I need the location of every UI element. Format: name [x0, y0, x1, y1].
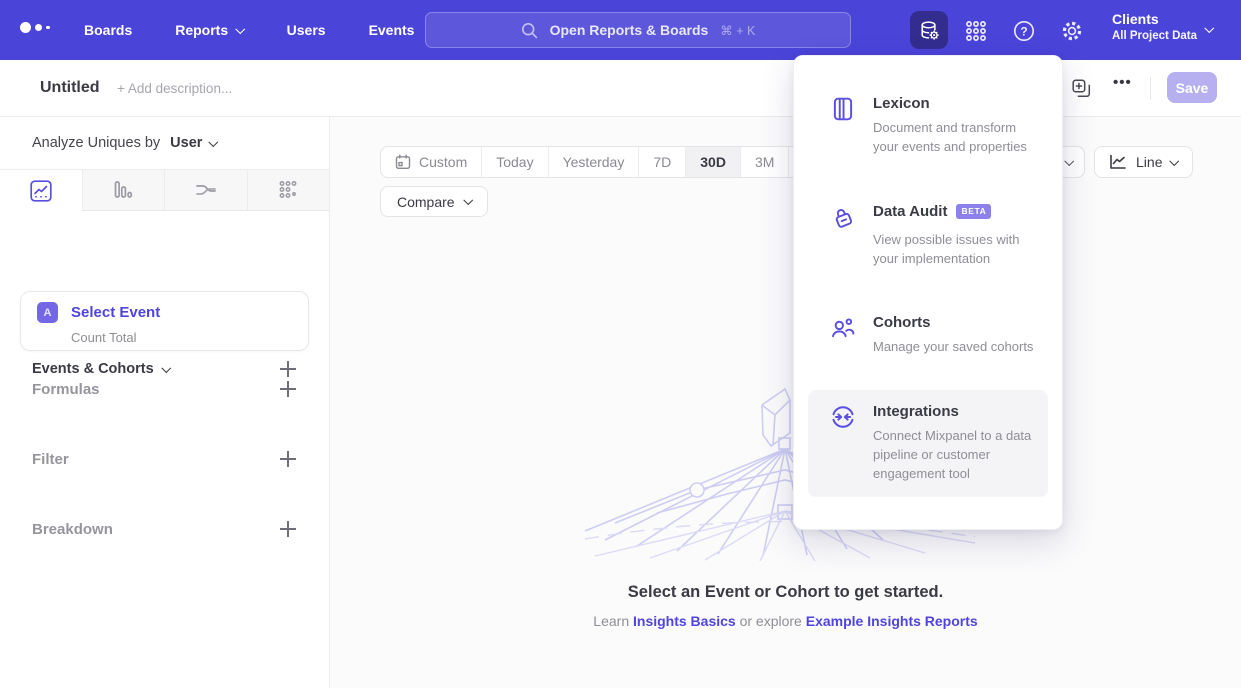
divider: [1150, 77, 1151, 100]
empty-state-title: Select an Event or Cohort to get started…: [330, 583, 1241, 602]
nav-item-users[interactable]: Users: [287, 22, 326, 38]
calendar-icon: [395, 154, 411, 170]
data-management-dropdown-menu: Lexicon Document and transform your even…: [793, 55, 1063, 530]
search-icon: [521, 22, 538, 39]
formulas-section: Formulas: [32, 375, 296, 403]
tab-insights-line[interactable]: [0, 170, 82, 211]
mixpanel-logo-icon[interactable]: [20, 22, 50, 33]
analyze-value-dropdown[interactable]: User: [170, 135, 217, 151]
lexicon-book-icon: [830, 96, 856, 122]
range-3m[interactable]: 3M: [740, 147, 788, 177]
menu-item-integrations[interactable]: Integrations Connect Mixpanel to a data …: [808, 390, 1048, 497]
learn-prefix: Learn: [593, 613, 633, 629]
empty-state-subtitle: Learn Insights Basics or explore Example…: [330, 613, 1241, 629]
chevron-down-icon: [236, 24, 245, 33]
report-title[interactable]: Untitled: [40, 79, 100, 97]
data-audit-lock-icon: [830, 204, 856, 230]
event-row-card[interactable]: A Select Event Count Total: [20, 291, 309, 351]
settings-gear-icon[interactable]: [1060, 19, 1084, 43]
chevron-down-icon: [161, 363, 170, 372]
add-breakdown-button[interactable]: [280, 521, 296, 537]
duplicate-icon[interactable]: [1072, 79, 1091, 98]
chevron-down-icon: [1064, 156, 1073, 165]
search-shortcut: ⌘ + K: [720, 23, 755, 38]
org-name: Clients: [1112, 11, 1197, 27]
analyze-label: Analyze Uniques by: [32, 135, 160, 151]
add-formula-button[interactable]: [280, 381, 296, 397]
save-button[interactable]: Save: [1167, 72, 1217, 103]
database-gear-icon: [918, 19, 941, 42]
menu-item-cohorts[interactable]: Cohorts Manage your saved cohorts: [808, 301, 1048, 370]
range-custom[interactable]: Custom: [381, 147, 481, 177]
chart-type-tabs: [0, 169, 329, 211]
event-letter-badge: A: [37, 302, 58, 323]
chart-style-dropdown[interactable]: Line: [1094, 146, 1193, 178]
cohorts-people-icon: [830, 315, 856, 341]
more-options-button[interactable]: •••: [1113, 74, 1132, 91]
chevron-down-icon: [209, 137, 218, 146]
tab-flows[interactable]: [164, 170, 247, 211]
bar-chart-tab-icon: [112, 179, 134, 201]
range-today[interactable]: Today: [481, 147, 547, 177]
range-7d[interactable]: 7D: [638, 147, 685, 177]
menu-item-description: View possible issues with your implement…: [873, 231, 1040, 269]
grid-dots-tab-icon: [277, 179, 299, 201]
add-filter-button[interactable]: [280, 451, 296, 467]
project-name: All Project Data: [1112, 30, 1197, 42]
integrations-sync-icon: [830, 404, 856, 430]
global-search-input[interactable]: Open Reports & Boards ⌘ + K: [425, 12, 851, 48]
or-explore-text: or explore: [736, 613, 806, 629]
add-description-field[interactable]: + Add description...: [117, 81, 232, 96]
project-selector[interactable]: Clients All Project Data: [1112, 11, 1197, 42]
chevron-down-icon: [1205, 23, 1214, 32]
menu-item-lexicon[interactable]: Lexicon Document and transform your even…: [808, 82, 1048, 170]
date-range-segmented-control: Custom Today Yesterday 7D 30D 3M 6M: [380, 146, 838, 178]
analyze-uniques-row: Analyze Uniques by User: [32, 117, 217, 169]
breakdown-section: Breakdown: [32, 515, 296, 543]
flows-tab-icon: [194, 179, 218, 201]
menu-item-description: Document and transform your events and p…: [873, 119, 1040, 157]
menu-item-title: Integrations: [873, 403, 1040, 420]
beta-badge: BETA: [956, 204, 991, 219]
range-yesterday[interactable]: Yesterday: [548, 147, 639, 177]
range-30d-selected[interactable]: 30D: [685, 147, 740, 177]
top-navigation-bar: Boards Reports Users Events Open Reports…: [0, 0, 1241, 60]
chevron-down-icon: [463, 195, 472, 204]
query-builder-sidebar: Analyze Uniques by User: [0, 117, 330, 688]
compare-dropdown[interactable]: Compare: [380, 186, 488, 217]
select-event-button[interactable]: Select Event: [71, 304, 160, 321]
insights-basics-link[interactable]: Insights Basics: [633, 613, 736, 629]
tab-bar-chart[interactable]: [82, 170, 165, 211]
nav-item-events[interactable]: Events: [369, 22, 415, 38]
line-chart-tab-icon: [30, 180, 52, 202]
filter-section: Filter: [32, 445, 296, 473]
count-total-selector[interactable]: Count Total: [71, 330, 292, 345]
chevron-down-icon: [1170, 156, 1179, 165]
nav-item-boards[interactable]: Boards: [84, 22, 132, 38]
example-insights-reports-link[interactable]: Example Insights Reports: [806, 613, 978, 629]
line-chart-icon: [1109, 154, 1127, 170]
menu-item-title: Data Audit: [873, 203, 947, 220]
menu-item-data-audit[interactable]: Data Audit BETA View possible issues wit…: [808, 190, 1048, 282]
chart-canvas-area: Custom Today Yesterday 7D 30D 3M 6M Line…: [330, 117, 1241, 688]
apps-grid-icon[interactable]: [964, 19, 988, 43]
nav-item-reports[interactable]: Reports: [175, 22, 243, 38]
svg-text:?: ?: [1020, 24, 1027, 38]
menu-item-title: Lexicon: [873, 95, 1040, 112]
menu-item-title: Cohorts: [873, 314, 1033, 331]
help-icon[interactable]: ?: [1012, 19, 1036, 43]
tab-grid-dots[interactable]: [247, 170, 330, 211]
data-management-button[interactable]: [910, 11, 948, 49]
menu-item-description: Manage your saved cohorts: [873, 338, 1033, 357]
search-placeholder: Open Reports & Boards: [550, 22, 709, 38]
menu-item-description: Connect Mixpanel to a data pipeline or c…: [873, 427, 1040, 484]
